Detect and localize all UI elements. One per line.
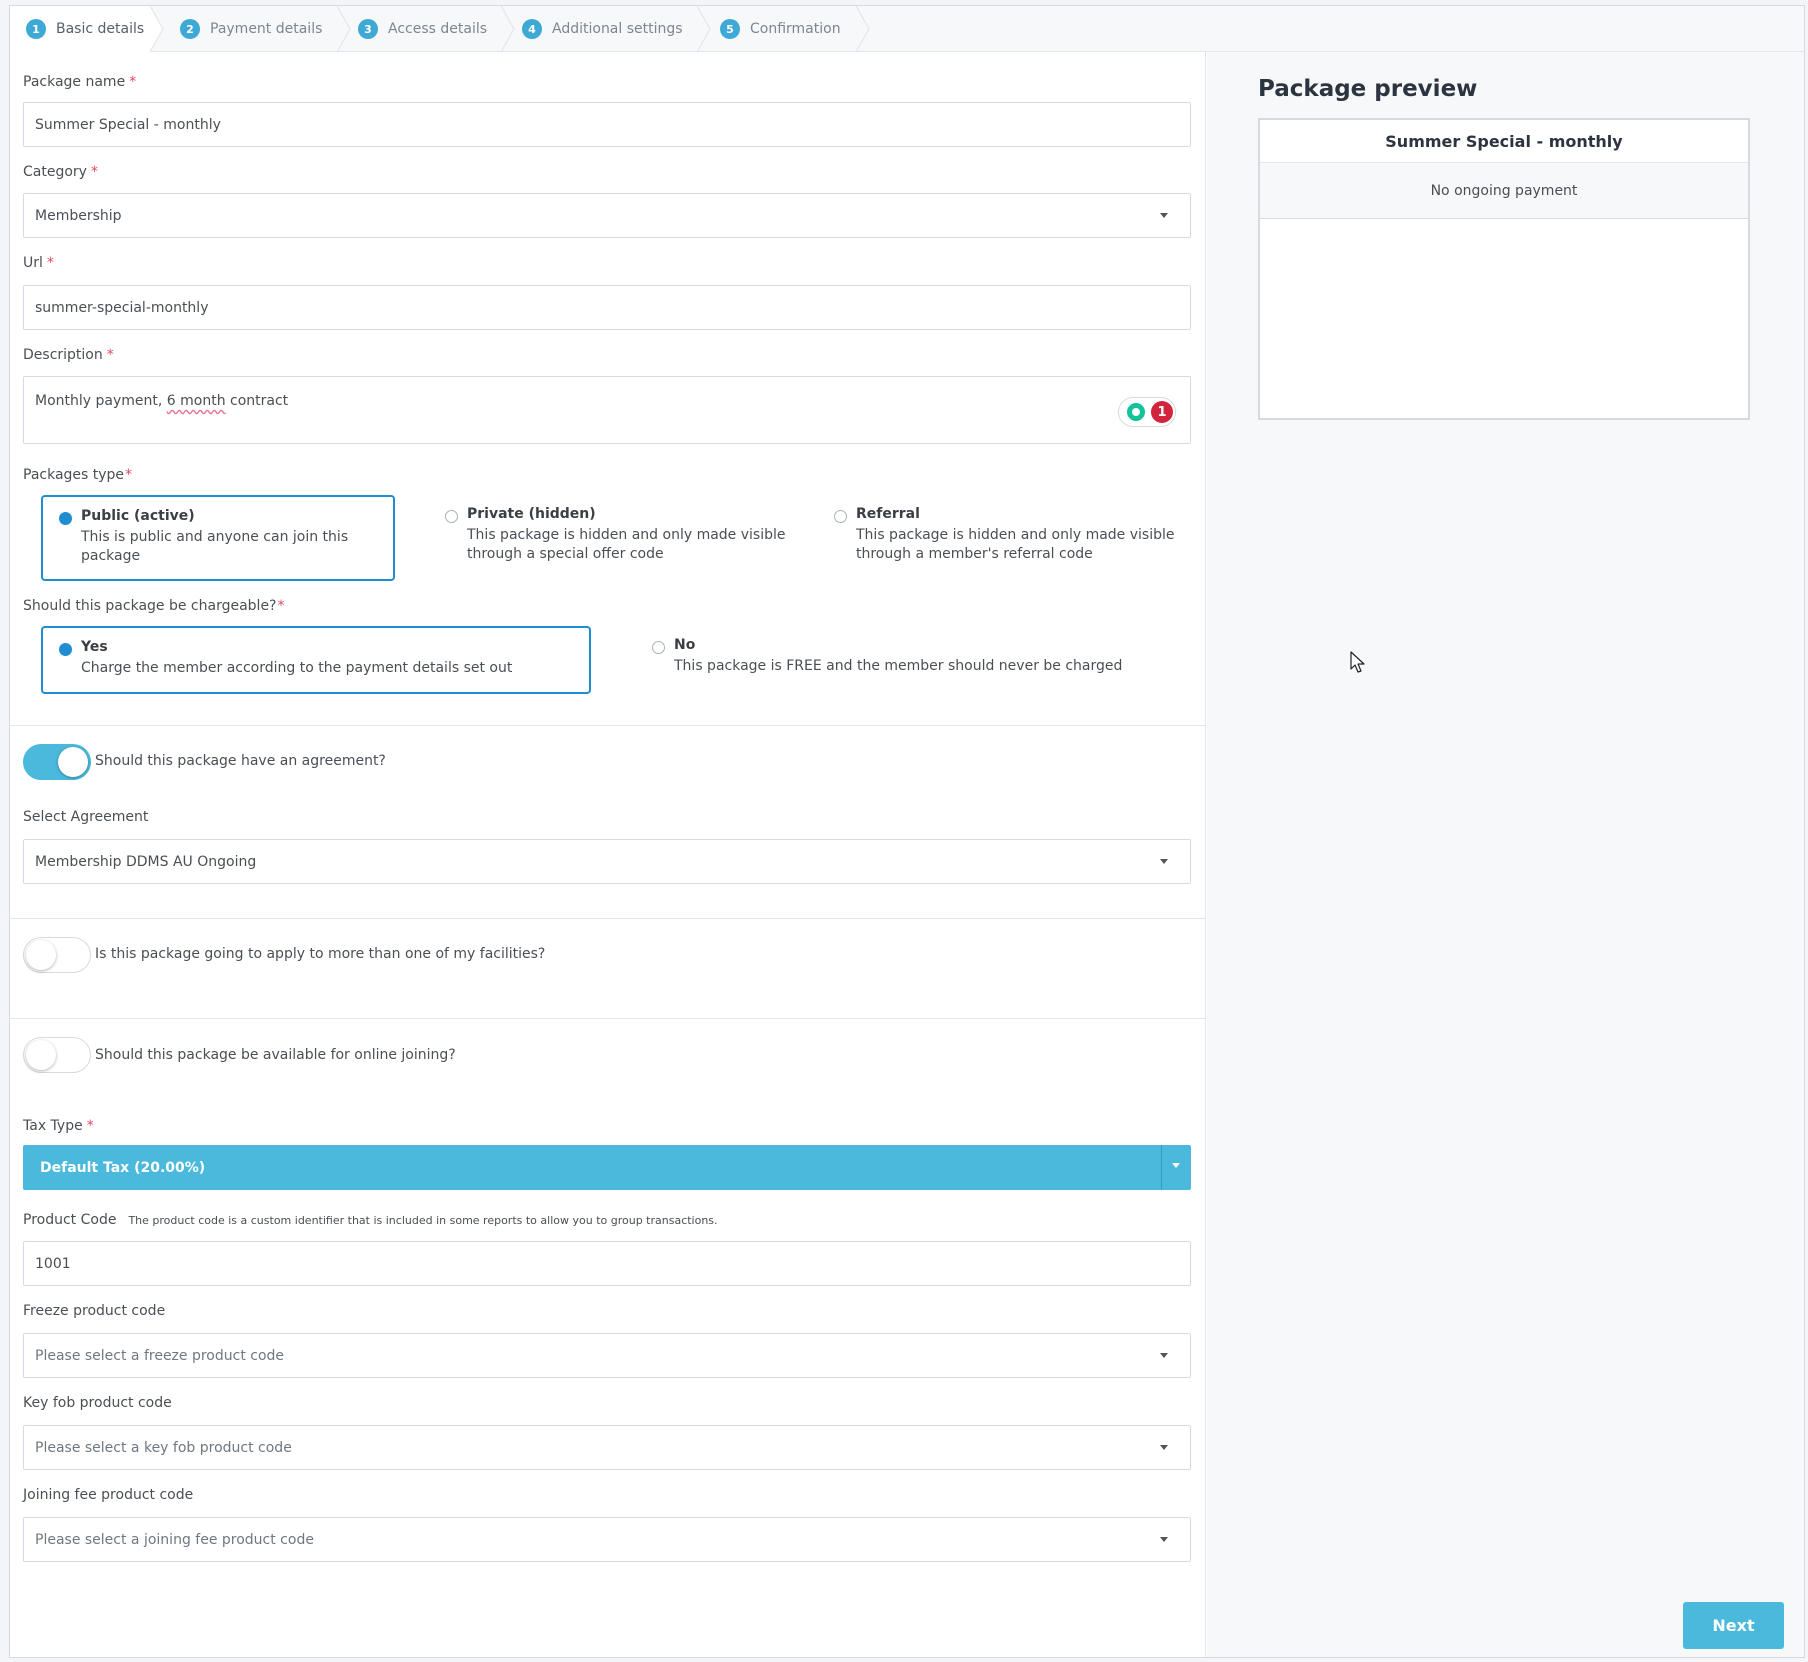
online-joining-toggle-label: Should this package be available for onl… [95, 1047, 456, 1063]
key-fob-product-code-select[interactable]: Please select a key fob product code [23, 1425, 1191, 1470]
category-label: Category * [23, 164, 98, 180]
toggle-knob [26, 1040, 56, 1070]
toggle-knob [26, 940, 56, 970]
grammar-logo-icon [1127, 403, 1145, 421]
select-separator [1161, 1145, 1162, 1190]
preview-card-title: Summer Special - monthly [1260, 120, 1748, 163]
product-code-input[interactable]: 1001 [23, 1241, 1191, 1286]
option-title: Yes [81, 639, 108, 655]
product-code-hint: The product code is a custom identifier … [128, 1214, 718, 1227]
chevron-down-icon [1160, 1353, 1168, 1358]
option-title: Public (active) [81, 508, 195, 524]
chargeable-label: Should this package be chargeable?* [23, 598, 285, 614]
step-separator-icon [856, 6, 870, 52]
multi-facility-toggle-label: Is this package going to apply to more t… [95, 946, 546, 962]
chargeable-no[interactable]: No This package is FREE and the member s… [636, 626, 1196, 694]
toggle-knob [58, 747, 88, 777]
wizard-steps: 1 Basic details 2 Payment details 3 Acce… [10, 6, 1804, 52]
preview-title: Package preview [1258, 76, 1478, 102]
wizard-step-access-details[interactable]: 3 Access details [358, 6, 487, 52]
step-number: 5 [720, 19, 740, 39]
radio-button[interactable] [652, 641, 665, 654]
tax-type-label: Tax Type * [23, 1118, 94, 1134]
chevron-down-icon [1172, 1163, 1180, 1168]
grammar-issue-count: 1 [1151, 401, 1173, 423]
option-title: Referral [856, 506, 920, 522]
url-label: Url * [23, 255, 54, 271]
step-label: Payment details [210, 21, 323, 37]
package-name-label: Package name * [23, 74, 137, 90]
category-select[interactable]: Membership [23, 193, 1191, 238]
step-number: 1 [26, 19, 46, 39]
package-preview-panel: Package preview Summer Special - monthly… [1207, 52, 1804, 1657]
app-frame: 1 Basic details 2 Payment details 3 Acce… [9, 5, 1805, 1658]
online-joining-toggle[interactable] [23, 1037, 91, 1073]
step-number: 2 [180, 19, 200, 39]
joining-fee-product-code-label: Joining fee product code [23, 1487, 194, 1503]
preview-card: Summer Special - monthly No ongoing paym… [1258, 118, 1750, 420]
chevron-down-icon [1160, 1445, 1168, 1450]
step-separator-icon [150, 6, 164, 52]
select-agreement-label: Select Agreement [23, 809, 149, 825]
step-separator-icon [501, 6, 515, 52]
section-divider [10, 725, 1206, 726]
multi-facility-toggle[interactable] [23, 937, 91, 973]
step-label: Access details [388, 21, 488, 37]
description-textarea[interactable]: Monthly payment, 6 month contract 1 [23, 376, 1191, 444]
radio-button[interactable] [59, 512, 72, 525]
option-description: This package is hidden and only made vis… [467, 527, 786, 562]
wizard-step-confirmation[interactable]: 5 Confirmation [720, 6, 841, 52]
step-label: Additional settings [552, 21, 683, 37]
section-divider [10, 918, 1206, 919]
package-type-private[interactable]: Private (hidden) This package is hidden … [429, 495, 789, 581]
radio-button[interactable] [445, 510, 458, 523]
step-label: Basic details [56, 21, 145, 37]
select-agreement-select[interactable]: Membership DDMS AU Ongoing [23, 839, 1191, 884]
radio-button[interactable] [834, 510, 847, 523]
url-input[interactable]: summer-special-monthly [23, 285, 1191, 330]
radio-button[interactable] [59, 643, 72, 656]
preview-card-subtitle: No ongoing payment [1260, 163, 1748, 219]
chevron-down-icon [1160, 213, 1168, 218]
freeze-product-code-select[interactable]: Please select a freeze product code [23, 1333, 1191, 1378]
package-form: Package name * Summer Special - monthly C… [10, 52, 1206, 1657]
step-label: Confirmation [750, 21, 841, 37]
wizard-step-basic-details[interactable]: 1 Basic details [10, 6, 150, 52]
option-description: Charge the member according to the payme… [81, 660, 513, 676]
package-type-referral[interactable]: Referral This package is hidden and only… [818, 495, 1178, 581]
agreement-toggle[interactable] [23, 744, 91, 780]
wizard-step-additional-settings[interactable]: 4 Additional settings [522, 6, 683, 52]
product-code-label: Product Code The product code is a custom… [23, 1212, 718, 1228]
package-name-input[interactable]: Summer Special - monthly [23, 102, 1191, 147]
chevron-down-icon [1160, 1537, 1168, 1542]
package-type-public[interactable]: Public (active) This is public and anyon… [41, 495, 395, 581]
mouse-cursor-icon [1350, 651, 1365, 673]
option-title: Private (hidden) [467, 506, 596, 522]
option-description: This package is FREE and the member shou… [674, 658, 1123, 674]
chargeable-yes[interactable]: Yes Charge the member according to the p… [41, 626, 591, 694]
packages-type-label: Packages type* [23, 467, 133, 483]
freeze-product-code-label: Freeze product code [23, 1303, 166, 1319]
wizard-step-payment-details[interactable]: 2 Payment details [180, 6, 322, 52]
description-label: Description * [23, 347, 114, 363]
section-divider [10, 1018, 1206, 1019]
next-button[interactable]: Next [1683, 1602, 1784, 1649]
option-title: No [674, 637, 696, 653]
chevron-down-icon [1160, 859, 1168, 864]
grammar-assistant-widget[interactable]: 1 [1118, 397, 1176, 427]
agreement-toggle-label: Should this package have an agreement? [95, 753, 386, 769]
spelling-flag[interactable]: 6 month [167, 393, 226, 409]
tax-type-select[interactable]: Default Tax (20.00%) [23, 1145, 1191, 1190]
step-separator-icon [337, 6, 351, 52]
option-description: This is public and anyone can join this p… [81, 529, 349, 564]
step-separator-icon [697, 6, 711, 52]
step-number: 3 [358, 19, 378, 39]
joining-fee-product-code-select[interactable]: Please select a joining fee product code [23, 1517, 1191, 1562]
step-number: 4 [522, 19, 542, 39]
option-description: This package is hidden and only made vis… [856, 527, 1175, 562]
key-fob-product-code-label: Key fob product code [23, 1395, 172, 1411]
